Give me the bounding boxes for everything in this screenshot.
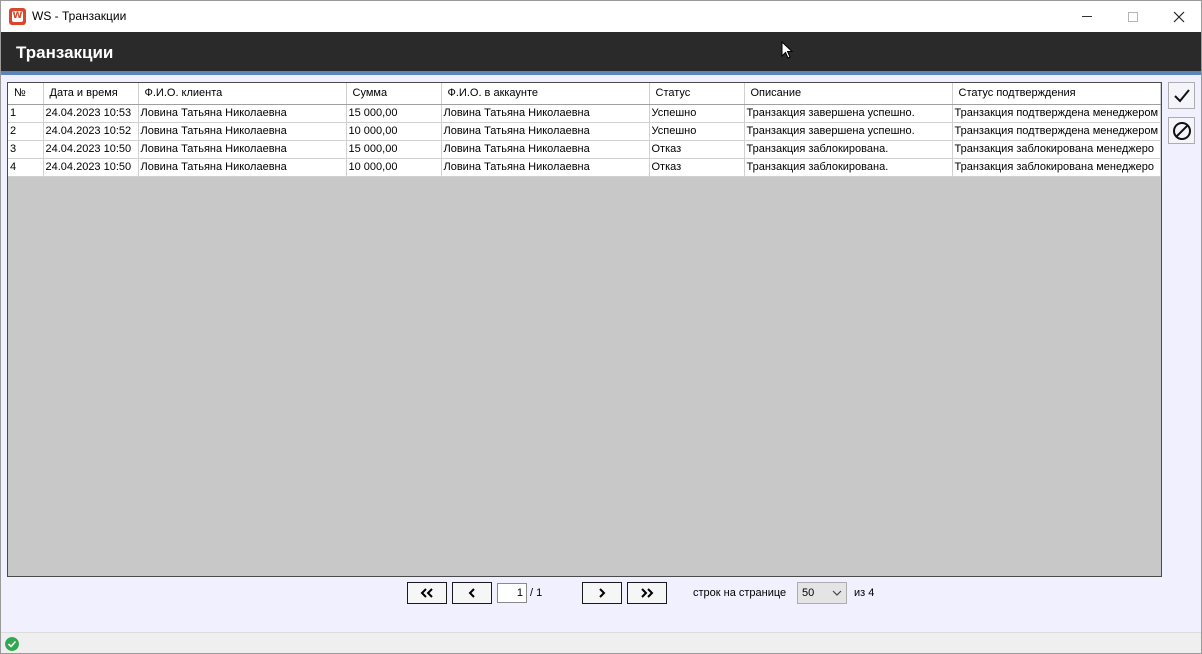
cell-confirmation-status: Транзакция подтверждена менеджером — [952, 122, 1161, 141]
cell-status: Отказ — [649, 140, 745, 159]
cell-confirmation-status: Транзакция заблокирована менеджеро — [952, 158, 1161, 177]
cell-number: 3 — [8, 140, 44, 159]
column-header-client-name[interactable]: Ф.И.О. клиента — [138, 83, 347, 105]
cell-confirmation-status: Транзакция подтверждена менеджером — [952, 104, 1161, 123]
column-header-status[interactable]: Статус — [649, 83, 745, 105]
cell-account-name: Ловина Татьяна Николаевна — [441, 140, 650, 159]
prev-page-button[interactable] — [452, 582, 492, 604]
reject-button[interactable] — [1168, 117, 1195, 144]
close-icon — [1173, 11, 1185, 22]
page-header: Транзакции — [1, 32, 1201, 71]
transactions-grid[interactable]: № Дата и время Ф.И.О. клиента Сумма Ф.И.… — [7, 82, 1162, 577]
cell-number: 1 — [8, 104, 44, 123]
total-records-label: из 4 — [854, 587, 875, 599]
cell-account-name: Ловина Татьяна Николаевна — [441, 158, 650, 177]
cell-datetime: 24.04.2023 10:50 — [43, 140, 139, 159]
cell-description: Транзакция завершена успешно. — [744, 122, 953, 141]
double-chevron-left-icon — [420, 588, 433, 598]
cell-amount: 15 000,00 — [346, 104, 442, 123]
cell-account-name: Ловина Татьяна Николаевна — [441, 104, 650, 123]
ok-status-icon — [5, 637, 19, 651]
cell-datetime: 24.04.2023 10:52 — [43, 122, 139, 141]
cell-description: Транзакция заблокирована. — [744, 140, 953, 159]
column-header-datetime[interactable]: Дата и время — [43, 83, 139, 105]
column-header-account-name[interactable]: Ф.И.О. в аккаунте — [441, 83, 650, 105]
cell-account-name: Ловина Татьяна Николаевна — [441, 122, 650, 141]
maximize-button[interactable] — [1110, 1, 1156, 32]
minimize-button[interactable] — [1064, 1, 1110, 32]
confirm-button[interactable] — [1168, 82, 1195, 109]
cell-number: 2 — [8, 122, 44, 141]
cell-client-name: Ловина Татьяна Николаевна — [138, 104, 347, 123]
table-row[interactable]: 1 24.04.2023 10:53 Ловина Татьяна Никола… — [8, 104, 1161, 123]
cell-number: 4 — [8, 158, 44, 177]
rows-per-page-value: 50 — [802, 587, 815, 599]
cell-amount: 10 000,00 — [346, 122, 442, 141]
checkmark-icon — [1173, 88, 1190, 102]
last-page-button[interactable] — [627, 582, 667, 604]
mouse-cursor-icon — [781, 41, 793, 59]
page-title: Транзакции — [16, 43, 114, 62]
maximize-icon — [1128, 11, 1138, 22]
column-header-description[interactable]: Описание — [744, 83, 953, 105]
table-row[interactable]: 2 24.04.2023 10:52 Ловина Татьяна Никола… — [8, 122, 1161, 141]
title-bar: W WS - Транзакции — [1, 1, 1201, 32]
page-number-input[interactable] — [497, 583, 527, 603]
cell-confirmation-status: Транзакция заблокирована менеджеро — [952, 140, 1161, 159]
chevron-left-icon — [468, 588, 475, 598]
cell-client-name: Ловина Татьяна Николаевна — [138, 122, 347, 141]
table-row[interactable]: 4 24.04.2023 10:50 Ловина Татьяна Никола… — [8, 158, 1161, 177]
cell-amount: 10 000,00 — [346, 158, 442, 177]
block-icon — [1172, 121, 1191, 140]
chevron-down-icon — [832, 590, 842, 596]
column-header-amount[interactable]: Сумма — [346, 83, 442, 105]
cell-description: Транзакция заблокирована. — [744, 158, 953, 177]
cell-description: Транзакция завершена успешно. — [744, 104, 953, 123]
total-pages-label: / 1 — [530, 587, 543, 599]
rows-per-page-label: строк на странице — [693, 587, 787, 599]
minimize-icon — [1082, 16, 1092, 17]
column-header-confirmation-status[interactable]: Статус подтверждения — [952, 83, 1161, 105]
app-window: W WS - Транзакции Транзакции № Дата и вр… — [0, 0, 1202, 654]
cell-status: Успешно — [649, 122, 745, 141]
cell-datetime: 24.04.2023 10:50 — [43, 158, 139, 177]
close-button[interactable] — [1156, 1, 1202, 32]
cell-amount: 15 000,00 — [346, 140, 442, 159]
table-row[interactable]: 3 24.04.2023 10:50 Ловина Татьяна Никола… — [8, 140, 1161, 159]
cell-status: Успешно — [649, 104, 745, 123]
cell-datetime: 24.04.2023 10:53 — [43, 104, 139, 123]
status-bar — [1, 632, 1201, 653]
chevron-right-icon — [599, 588, 606, 598]
transactions-table: № Дата и время Ф.И.О. клиента Сумма Ф.И.… — [8, 83, 1161, 177]
window-title: WS - Транзакции — [32, 9, 127, 23]
table-header-row: № Дата и время Ф.И.О. клиента Сумма Ф.И.… — [8, 83, 1161, 105]
column-header-number[interactable]: № — [8, 83, 44, 105]
double-chevron-right-icon — [641, 588, 654, 598]
cell-status: Отказ — [649, 158, 745, 177]
ws-app-icon: W — [9, 8, 26, 25]
first-page-button[interactable] — [407, 582, 447, 604]
next-page-button[interactable] — [582, 582, 622, 604]
header-accent-line — [1, 71, 1201, 75]
cell-client-name: Ловина Татьяна Николаевна — [138, 140, 347, 159]
cell-client-name: Ловина Татьяна Николаевна — [138, 158, 347, 177]
rows-per-page-select[interactable]: 50 — [797, 582, 847, 604]
